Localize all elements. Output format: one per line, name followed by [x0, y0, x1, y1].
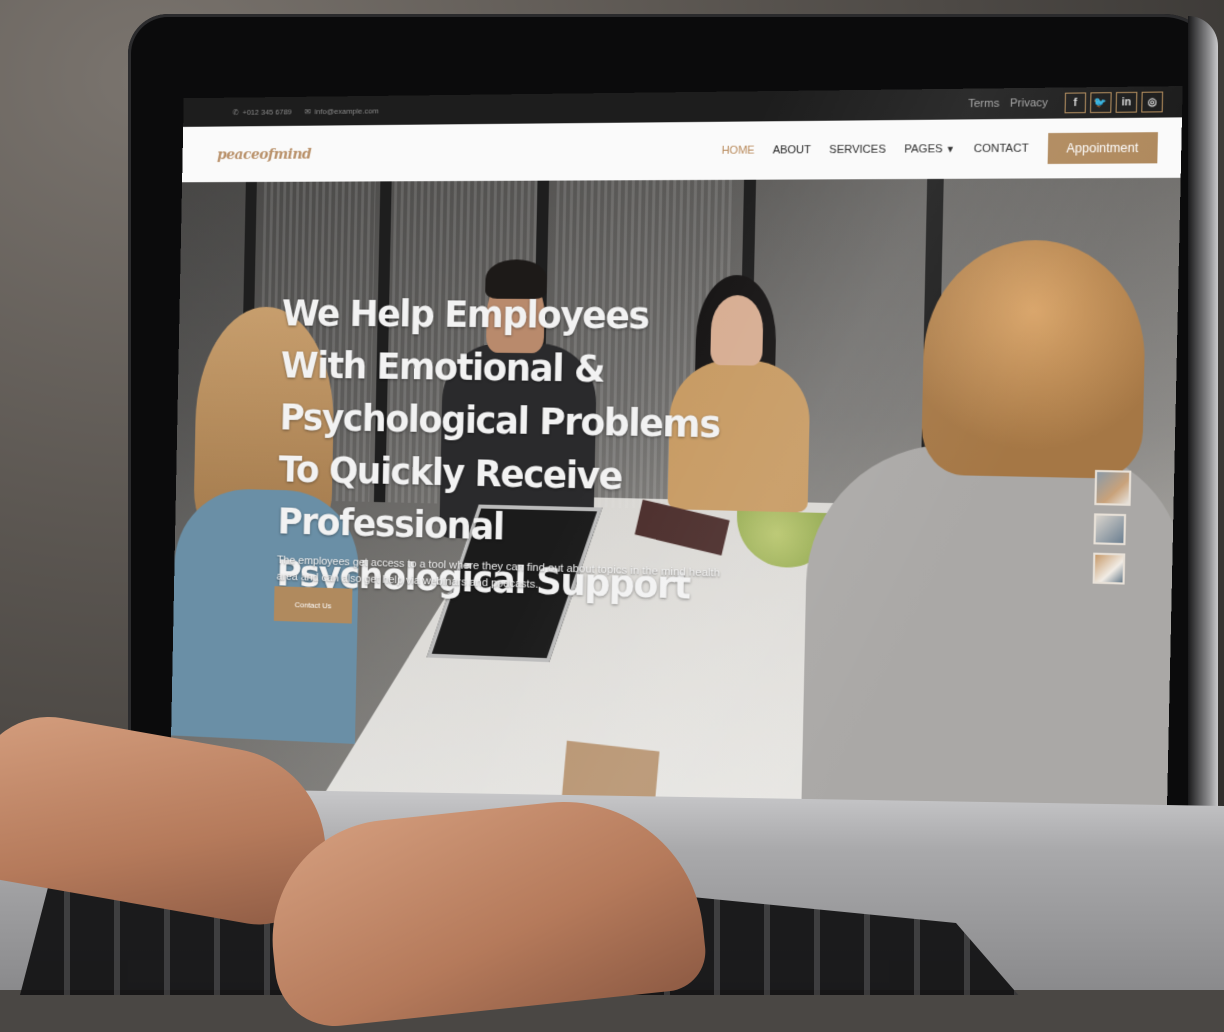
man-right-head — [920, 240, 1148, 480]
nav-contact[interactable]: CONTACT — [974, 142, 1029, 155]
instagram-icon[interactable]: ◎ — [1141, 91, 1164, 113]
phone-icon: ✆ — [232, 107, 239, 117]
laptop-lid-edge — [1188, 16, 1218, 926]
envelope-icon: ✉ — [304, 106, 311, 116]
website-screen: ✆ +012 345 6789 ✉ info@example.com Terms P… — [169, 86, 1183, 878]
top-links: Terms Privacy f 🐦 in ◎ — [968, 91, 1183, 114]
nav-about[interactable]: ABOUT — [773, 144, 812, 156]
carousel-thumb-2[interactable] — [1093, 513, 1127, 546]
social-links: f 🐦 in ◎ — [1064, 91, 1164, 114]
carousel-thumb-1[interactable] — [1094, 469, 1132, 506]
nav-home[interactable]: HOME — [721, 145, 754, 157]
contact-us-button[interactable]: Contact Us — [273, 586, 353, 624]
hero-section: We Help Employees With Emotional & Psych… — [169, 177, 1183, 878]
main-nav: HOME ABOUT SERVICES PAGES ▼ CONTACT Appoi… — [721, 132, 1181, 166]
terms-link[interactable]: Terms — [968, 98, 1000, 111]
facebook-icon[interactable]: f — [1064, 92, 1087, 114]
phone-info: ✆ +012 345 6789 — [233, 107, 292, 116]
main-navbar: peaceofmind HOME ABOUT SERVICES PAGES ▼ C… — [182, 117, 1182, 183]
carousel-thumbnails — [1092, 469, 1132, 585]
email-text: info@example.com — [314, 106, 379, 116]
nav-pages[interactable]: PAGES ▼ — [904, 143, 955, 156]
twitter-icon[interactable]: 🐦 — [1089, 92, 1112, 114]
phone-text: +012 345 6789 — [242, 107, 292, 117]
carousel-thumb-3[interactable] — [1092, 552, 1126, 585]
nav-services[interactable]: SERVICES — [829, 144, 886, 157]
appointment-button[interactable]: Appointment — [1047, 132, 1158, 164]
privacy-link[interactable]: Privacy — [1010, 97, 1048, 110]
laptop-screen-area: ✆ +012 345 6789 ✉ info@example.com Terms P… — [148, 86, 1183, 878]
site-logo[interactable]: peaceofmind — [182, 145, 311, 163]
chevron-down-icon: ▼ — [945, 144, 956, 155]
nav-pages-label: PAGES — [904, 143, 943, 156]
email-info: ✉ info@example.com — [305, 106, 379, 116]
contact-info: ✆ +012 345 6789 ✉ info@example.com — [183, 106, 379, 117]
linkedin-icon[interactable]: in — [1115, 91, 1138, 113]
